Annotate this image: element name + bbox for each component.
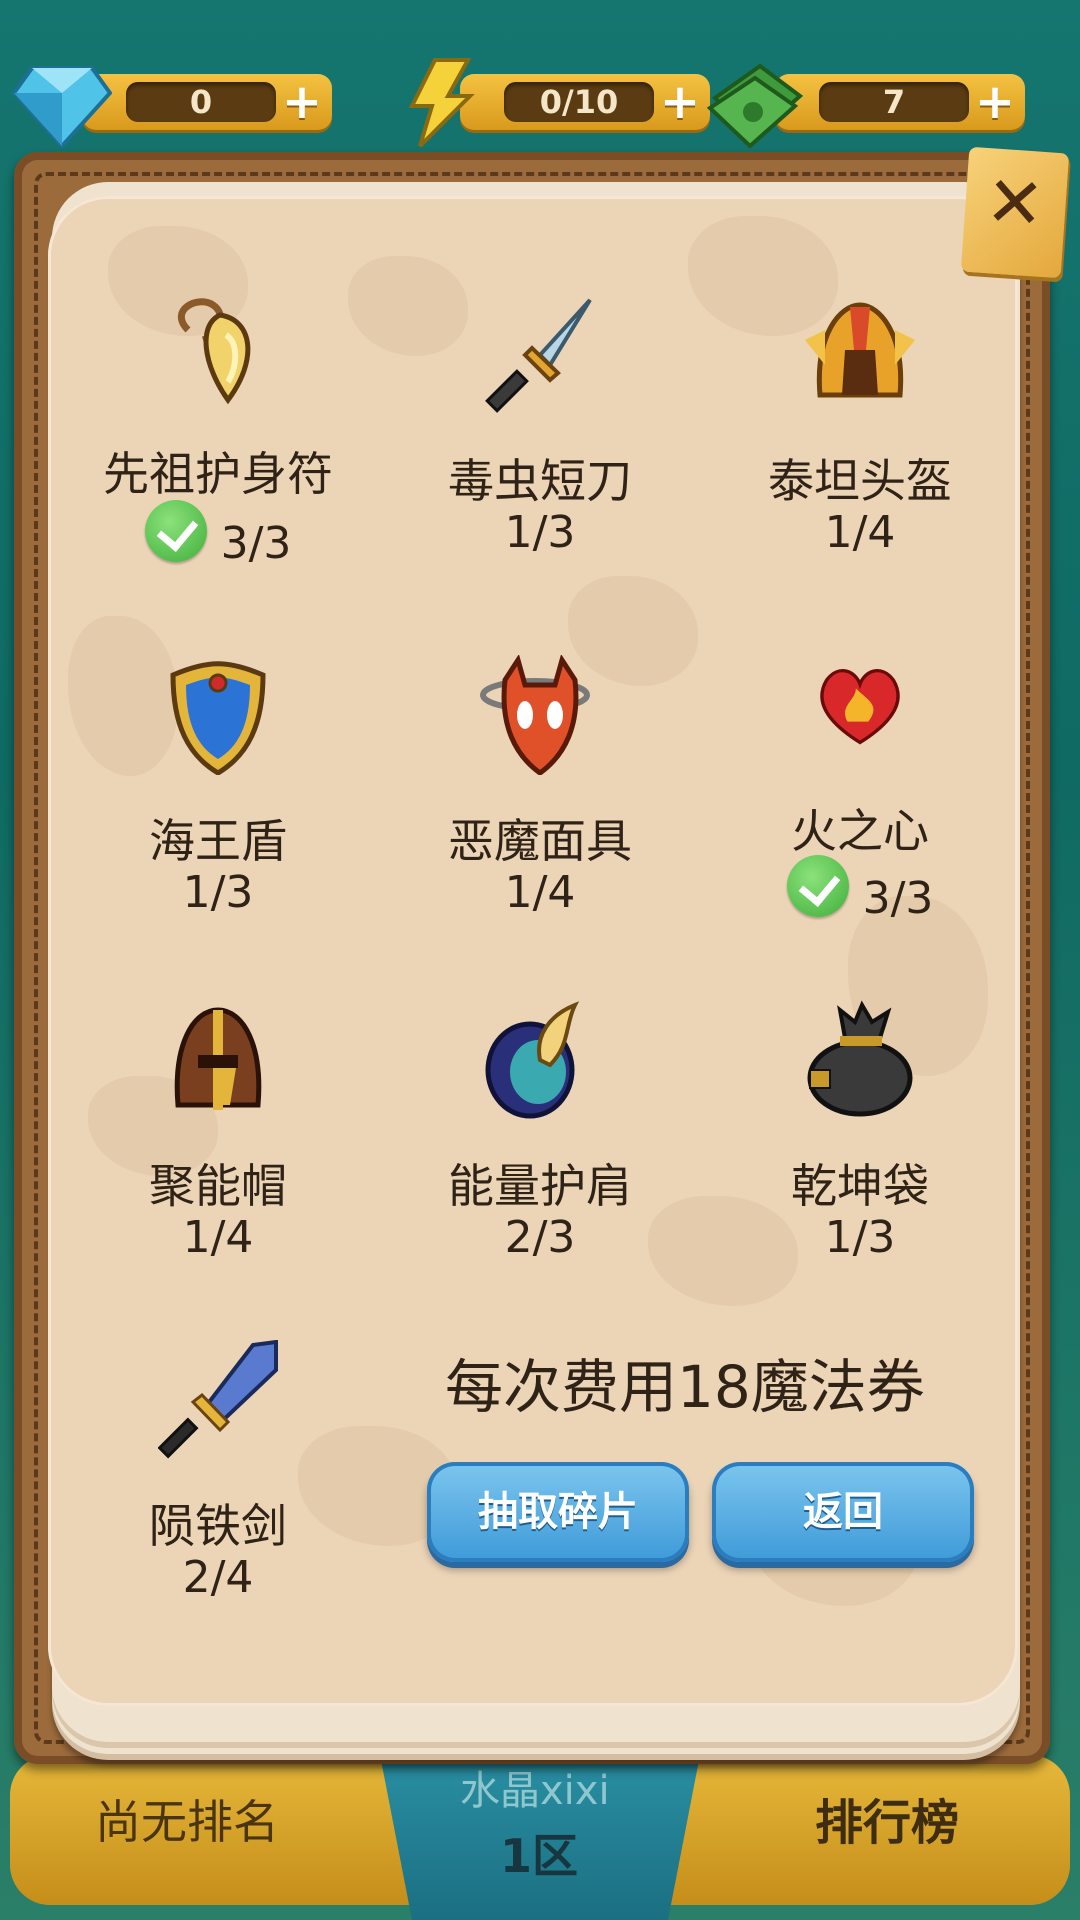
cash-slot: 7 + xyxy=(775,74,1025,130)
item-card[interactable]: 先祖护身符 3/3 xyxy=(58,290,378,580)
item-count: 2/4 xyxy=(182,1552,254,1603)
item-name: 海王盾 xyxy=(149,814,287,868)
leaderboard-button[interactable]: 排行榜 xyxy=(815,1783,959,1853)
energy-slot: 0/10 + xyxy=(460,74,710,130)
meteor-sword-icon xyxy=(158,1340,278,1459)
draw-fragment-button[interactable]: 抽取碎片 xyxy=(427,1462,689,1562)
diamond-counter: 0 + xyxy=(12,58,342,148)
item-name: 聚能帽 xyxy=(149,1159,287,1213)
complete-check-icon xyxy=(786,855,849,917)
item-card[interactable]: 泰坦头盔 1/4 xyxy=(700,295,1020,565)
item-count: 3/3 xyxy=(58,500,378,569)
bronze-helmet-icon xyxy=(174,1007,262,1110)
shield-icon xyxy=(170,661,266,775)
shoulder-pad-icon xyxy=(485,1001,580,1119)
item-card[interactable]: 海王盾 1/3 xyxy=(58,655,378,925)
back-button[interactable]: 返回 xyxy=(712,1462,974,1562)
item-name: 泰坦头盔 xyxy=(768,454,952,508)
server-name: 水晶xixi xyxy=(460,1768,610,1814)
item-count: 2/3 xyxy=(504,1212,576,1263)
item-name: 能量护肩 xyxy=(448,1159,632,1213)
complete-check-icon xyxy=(144,500,207,562)
item-name: 恶魔面具 xyxy=(448,814,632,868)
item-name: 乾坤袋 xyxy=(791,1159,929,1213)
item-count-value: 3/3 xyxy=(220,518,292,569)
item-name: 火之心 xyxy=(791,804,929,858)
zone-label: 1区 xyxy=(500,1829,579,1883)
item-name: 毒虫短刀 xyxy=(448,454,632,508)
cash-counter: 7 + xyxy=(705,58,1035,148)
titan-helmet-icon xyxy=(805,302,915,398)
item-count: 1/4 xyxy=(824,507,896,558)
diamond-icon xyxy=(12,66,112,148)
diamond-slot: 0 + xyxy=(82,74,332,130)
dagger-icon xyxy=(485,298,592,413)
cash-icon xyxy=(706,63,804,148)
add-cash-button[interactable]: + xyxy=(973,78,1017,126)
item-card[interactable]: 陨铁剑 2/4 xyxy=(58,1340,378,1610)
item-count: 1/4 xyxy=(504,867,576,918)
energy-value: 0/10 xyxy=(504,82,654,122)
item-count: 1/3 xyxy=(182,867,254,918)
item-card[interactable]: 乾坤袋 1/3 xyxy=(700,1000,1020,1270)
add-diamond-button[interactable]: + xyxy=(280,78,324,126)
energy-counter: 0/10 + xyxy=(390,58,720,148)
item-card[interactable]: 恶魔面具 1/4 xyxy=(380,655,700,925)
lightning-icon xyxy=(408,58,475,148)
diamond-value: 0 xyxy=(126,82,276,122)
demon-mask-icon xyxy=(480,655,590,775)
item-count: 1/4 xyxy=(182,1212,254,1263)
close-button[interactable]: ✕ xyxy=(960,146,1070,279)
item-name: 先祖护身符 xyxy=(103,447,333,501)
item-card[interactable]: 毒虫短刀 1/3 xyxy=(380,295,700,565)
add-energy-button[interactable]: + xyxy=(658,78,702,126)
fire-heart-icon xyxy=(820,669,900,745)
bag-icon xyxy=(807,1000,913,1117)
cash-value: 7 xyxy=(819,82,969,122)
item-count: 1/3 xyxy=(504,507,576,558)
close-icon: ✕ xyxy=(982,160,1048,246)
item-count-value: 3/3 xyxy=(862,873,934,924)
item-name: 陨铁剑 xyxy=(149,1499,287,1553)
item-card[interactable]: 聚能帽 1/4 xyxy=(58,1000,378,1270)
rank-label: 尚无排名 xyxy=(95,1795,279,1849)
amulet-icon xyxy=(177,298,251,405)
item-count: 3/3 xyxy=(700,855,1020,924)
item-card[interactable]: 能量护肩 2/3 xyxy=(380,1000,700,1270)
item-count: 1/3 xyxy=(824,1212,896,1263)
item-card[interactable]: 火之心 3/3 xyxy=(700,655,1020,945)
cost-text: 每次费用18魔法券 xyxy=(445,1353,925,1421)
